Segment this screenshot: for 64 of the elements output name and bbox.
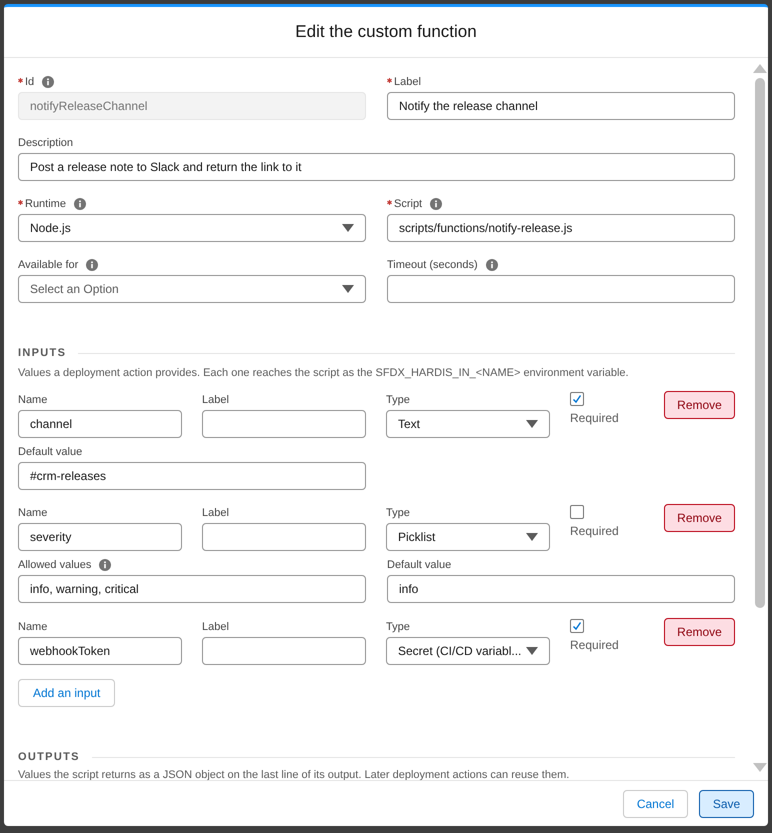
checkbox-label: Required [570, 637, 619, 654]
field-label: Available for [18, 258, 78, 273]
input-field[interactable]: channel [18, 410, 182, 438]
field-label: Name [18, 620, 48, 635]
caret-icon [526, 420, 538, 428]
field-label: Label [394, 74, 421, 90]
field-label: Label [202, 506, 229, 521]
field-label: Label [202, 620, 229, 635]
required-checkbox[interactable] [570, 619, 584, 633]
info-icon[interactable] [486, 259, 498, 271]
required-checkbox[interactable] [570, 392, 584, 406]
info-icon[interactable] [86, 259, 98, 271]
select-field[interactable]: Node.js [18, 214, 366, 242]
info-icon[interactable] [430, 198, 442, 210]
section-description: Values the script returns as a JSON object on the last line of its output. Later deployment actions can reuse them. [18, 768, 570, 780]
dialog-title: Edit the custom function [295, 21, 477, 44]
required-checkbox[interactable] [570, 505, 584, 519]
caret-icon [342, 285, 354, 293]
field-label: Default value [18, 444, 82, 460]
section-heading: INPUTS [18, 346, 66, 361]
field-label: Runtime [25, 196, 66, 212]
field-label: Description [18, 136, 74, 151]
caret-icon [342, 224, 354, 232]
field-label: Type [386, 506, 410, 521]
field-label: Name [18, 392, 48, 408]
select-field[interactable]: Text [386, 410, 550, 438]
field-label: Id [25, 74, 34, 90]
save-button[interactable]: Save [699, 790, 754, 818]
select-field[interactable]: Select an Option [18, 275, 366, 303]
field-label: Default value [387, 558, 452, 573]
field-label: Allowed values [18, 558, 92, 573]
field-label: Type [386, 392, 410, 408]
field-label: Label [202, 392, 229, 408]
caret-icon [526, 647, 538, 655]
remove-button[interactable]: Remove [664, 504, 735, 532]
input-field[interactable]: scripts/functions/notify-release.js [387, 214, 735, 242]
remove-button[interactable]: Remove [664, 391, 735, 419]
field-label: Name [18, 506, 48, 521]
field-label: Type [386, 620, 410, 635]
add-input-button[interactable]: Add an input [18, 679, 116, 707]
info-icon[interactable] [74, 198, 86, 210]
input-field[interactable]: Notify the release channel [387, 92, 735, 120]
input-field[interactable]: severity [18, 523, 182, 551]
input-field[interactable]: info, warning, critical [18, 575, 366, 603]
select-field[interactable]: Picklist [386, 523, 550, 551]
input-field[interactable] [202, 523, 366, 551]
select-field[interactable]: Secret (CI/CD variabl... [386, 637, 550, 665]
field-label: Timeout (seconds) [387, 258, 478, 273]
section-description: Values a deployment action provides. Each one reaches the script as the SFDX_HARDIS_IN_<NAME> environment variable. [18, 366, 630, 381]
input-field[interactable] [387, 275, 735, 303]
input-field[interactable]: info [387, 575, 735, 603]
field-label: Script [394, 196, 422, 212]
checkbox-label: Required [570, 410, 619, 427]
input-field[interactable] [202, 637, 366, 665]
input-field[interactable]: Post a release note to Slack and return the link to it [18, 153, 735, 181]
checkbox-label: Required [570, 523, 619, 540]
remove-button[interactable]: Remove [664, 618, 735, 646]
section-heading: OUTPUTS [18, 750, 80, 765]
caret-icon [526, 533, 538, 541]
input-field[interactable] [202, 410, 366, 438]
info-icon[interactable] [99, 559, 112, 571]
input-field[interactable]: #crm-releases [18, 462, 366, 490]
cancel-button[interactable]: Cancel [623, 790, 688, 818]
input-field[interactable]: webhookToken [18, 637, 182, 665]
